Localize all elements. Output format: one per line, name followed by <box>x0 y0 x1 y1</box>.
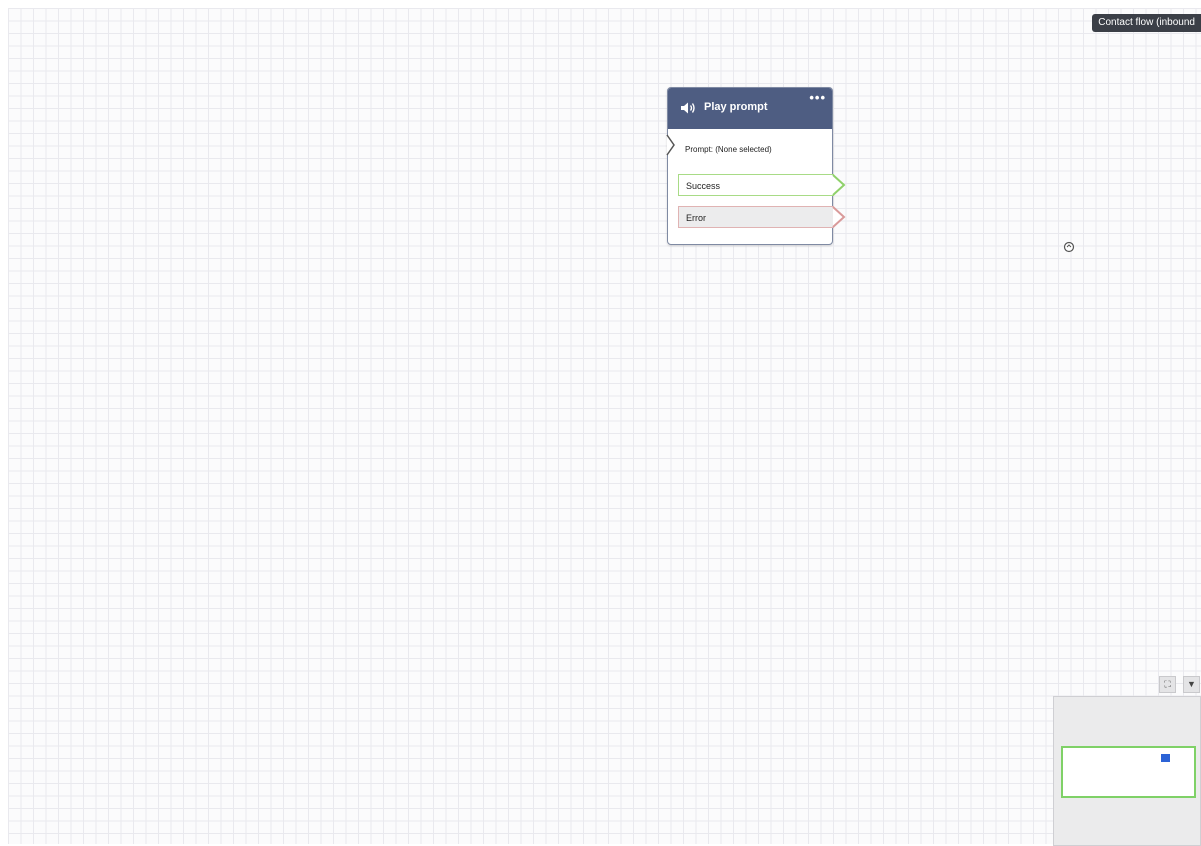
branch-error-label: Error <box>686 213 706 223</box>
prompt-summary: Prompt: (None selected) <box>685 145 772 154</box>
branch-success[interactable]: Success <box>678 174 846 196</box>
block-header[interactable]: Play prompt ••• <box>668 88 832 129</box>
block-title: Play prompt <box>704 101 768 113</box>
play-prompt-block[interactable]: Play prompt ••• Prompt: (None selected) … <box>666 87 846 245</box>
branch-error[interactable]: Error <box>678 206 846 228</box>
minimap-block <box>1161 754 1170 762</box>
flow-type-tag: Contact flow (inbound <box>1092 14 1201 32</box>
grab-cursor-icon <box>1063 241 1075 253</box>
fit-view-button[interactable]: ⛶ <box>1159 676 1176 693</box>
collapse-minimap-button[interactable]: ▼ <box>1183 676 1200 693</box>
error-connector-icon[interactable] <box>831 206 847 228</box>
minimap-viewport[interactable] <box>1061 746 1196 798</box>
speaker-icon <box>681 102 695 114</box>
flow-canvas[interactable]: Contact flow (inbound Play prompt ••• Pr… <box>8 8 1201 846</box>
success-connector-icon[interactable] <box>831 174 847 196</box>
more-options-icon[interactable]: ••• <box>809 90 826 105</box>
input-connector-icon[interactable] <box>666 134 676 156</box>
minimap-controls: ⛶ ▼ <box>1159 676 1201 694</box>
minimap[interactable] <box>1053 696 1201 846</box>
branch-success-label: Success <box>686 181 721 191</box>
